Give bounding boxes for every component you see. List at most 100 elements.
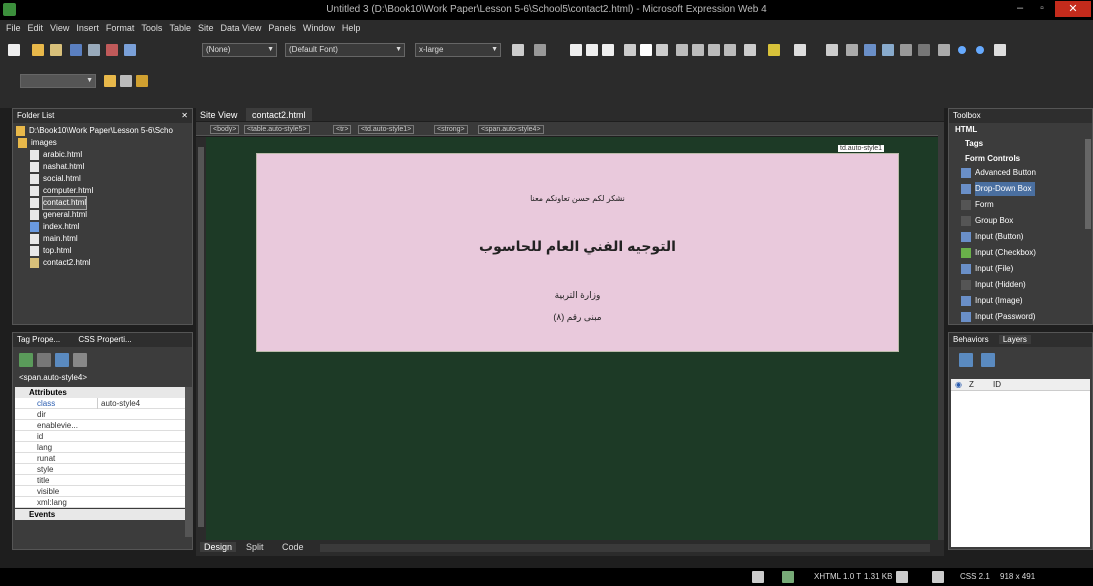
tab-css-properties[interactable]: CSS Properti... [78,335,131,344]
align-center-icon[interactable] [640,44,652,56]
file-item-selected[interactable]: contact.html [30,196,88,210]
undo-icon[interactable] [512,44,524,56]
toolbox-item[interactable]: Input (Hidden) [961,278,1026,292]
show-set-properties-icon[interactable] [55,353,69,367]
numbering-icon[interactable] [676,44,688,56]
attr-value[interactable]: auto-style4 [97,398,187,409]
compat-status-icon[interactable] [782,571,794,583]
attr-row[interactable]: enablevie... [15,420,185,431]
events-section[interactable]: Events [15,509,185,520]
style-status-icon[interactable] [896,571,908,583]
breadcrumb-tr[interactable]: <tr> [333,125,352,134]
font-combo[interactable]: (Default Font) ▼ [285,43,405,57]
increase-indent-icon[interactable] [724,44,736,56]
editor-left-scrollbar[interactable] [196,137,206,540]
draw-layer-icon[interactable] [981,353,995,367]
file-item[interactable]: computer.html [30,185,93,197]
html-group[interactable]: HTML [955,125,977,134]
decrease-indent-icon[interactable] [708,44,720,56]
attr-row[interactable]: runat [15,453,185,464]
folder-item[interactable]: images [18,137,57,149]
menu-file[interactable]: File [6,23,21,33]
dot-icon[interactable] [976,46,984,54]
menu-tools[interactable]: Tools [141,23,162,33]
breadcrumb-td[interactable]: <td.auto-style1> [358,125,415,134]
building-text[interactable]: مبنى رقم (٨) [257,312,898,323]
highlight-icon[interactable] [768,44,780,56]
site-icon[interactable] [120,75,132,87]
menu-panels[interactable]: Panels [268,23,296,33]
menu-site[interactable]: Site [198,23,214,33]
doctype-status[interactable]: XHTML 1.0 T [814,572,861,581]
menu-view[interactable]: View [50,23,69,33]
new-page-icon[interactable] [8,44,20,56]
attr-row[interactable]: lang [15,442,185,453]
folder-root[interactable]: D:\Book10\Work Paper\Lesson 5-6\Scho [16,125,173,137]
tab-design[interactable]: Design [200,542,237,552]
save-icon[interactable] [70,44,82,56]
file-item[interactable]: arabic.html [30,149,82,161]
content-table[interactable]: نشكر لكم حسن تعاونكم معنا التوجيه الفني … [256,153,899,352]
file-item[interactable]: contact2.html [30,257,91,269]
design-canvas[interactable]: td.auto-style1 نشكر لكم حسن تعاونكم معنا… [206,137,944,540]
visual-aids-status-icon[interactable] [752,571,764,583]
tab-contact2[interactable]: contact2.html [246,108,312,121]
picture-icon[interactable] [864,44,876,56]
tags-group[interactable]: Tags [965,139,983,148]
ministry-text[interactable]: وزارة التربية [257,290,898,301]
horizontal-scrollbar[interactable] [320,544,930,552]
attr-row[interactable]: style [15,464,185,475]
table-icon[interactable] [846,44,858,56]
close-icon[interactable]: ✕ [181,109,188,123]
toolbox-item[interactable]: Input (File) [961,262,1013,276]
open-folder-icon[interactable] [50,44,62,56]
attr-row[interactable]: id [15,431,185,442]
breadcrumb-table[interactable]: <table.auto-style5> [244,125,310,134]
toolbox-item[interactable]: Input (Checkbox) [961,246,1036,260]
tab-code[interactable]: Code [282,542,304,552]
breadcrumb-body[interactable]: <body> [210,125,240,134]
tab-site-view[interactable]: Site View [200,110,237,120]
insert-layer-icon[interactable] [959,353,973,367]
layer-icon[interactable] [882,44,894,56]
browser-icon[interactable] [124,44,136,56]
insert-table-icon[interactable] [826,44,838,56]
scrollbar-thumb[interactable] [198,147,204,527]
toolbox-item[interactable]: Advanced Button [961,166,1036,180]
thanks-text[interactable]: نشكر لكم حسن تعاونكم معنا [257,194,898,203]
attributes-section[interactable]: Attributes [15,387,185,398]
show-marks-icon[interactable] [918,44,930,56]
tab-tag-properties[interactable]: Tag Prope... [17,335,60,344]
file-item[interactable]: nashat.html [30,161,84,173]
attr-row[interactable]: visible [15,486,185,497]
file-item[interactable]: main.html [30,233,78,245]
layers-list[interactable]: ◉ Z ID [951,379,1090,547]
sort-icon[interactable] [37,353,51,367]
attr-row[interactable]: class auto-style4 [15,398,185,409]
page-icon[interactable] [994,44,1006,56]
publish-icon[interactable] [88,44,100,56]
menu-insert[interactable]: Insert [76,23,99,33]
open-icon[interactable] [32,44,44,56]
minimize-button[interactable]: ‒ [1009,2,1031,16]
toolbox-item[interactable]: Input (Image) [961,294,1023,308]
form-controls-group[interactable]: Form Controls [965,154,1020,163]
tool-icon[interactable] [136,75,148,87]
bold-icon[interactable] [570,44,582,56]
preview-icon[interactable] [106,44,118,56]
toolbox-item[interactable]: Input (Password) [961,310,1035,324]
menu-window[interactable]: Window [303,23,335,33]
file-item[interactable]: social.html [30,173,81,185]
tab-split[interactable]: Split [246,542,264,552]
font-color-icon[interactable] [794,44,806,56]
redo-icon[interactable] [534,44,546,56]
file-item[interactable]: index.html [30,221,79,233]
scrollbar[interactable] [1085,139,1091,229]
maximize-button[interactable]: ▫ [1031,2,1053,16]
dot-icon[interactable] [958,46,966,54]
visual-aids-icon[interactable] [938,44,950,56]
scrollbar[interactable] [185,387,193,537]
breadcrumb-span[interactable]: <span.auto-style4> [478,125,544,134]
menu-help[interactable]: Help [342,23,361,33]
toolbox-item[interactable]: Input (Button) [961,230,1023,244]
